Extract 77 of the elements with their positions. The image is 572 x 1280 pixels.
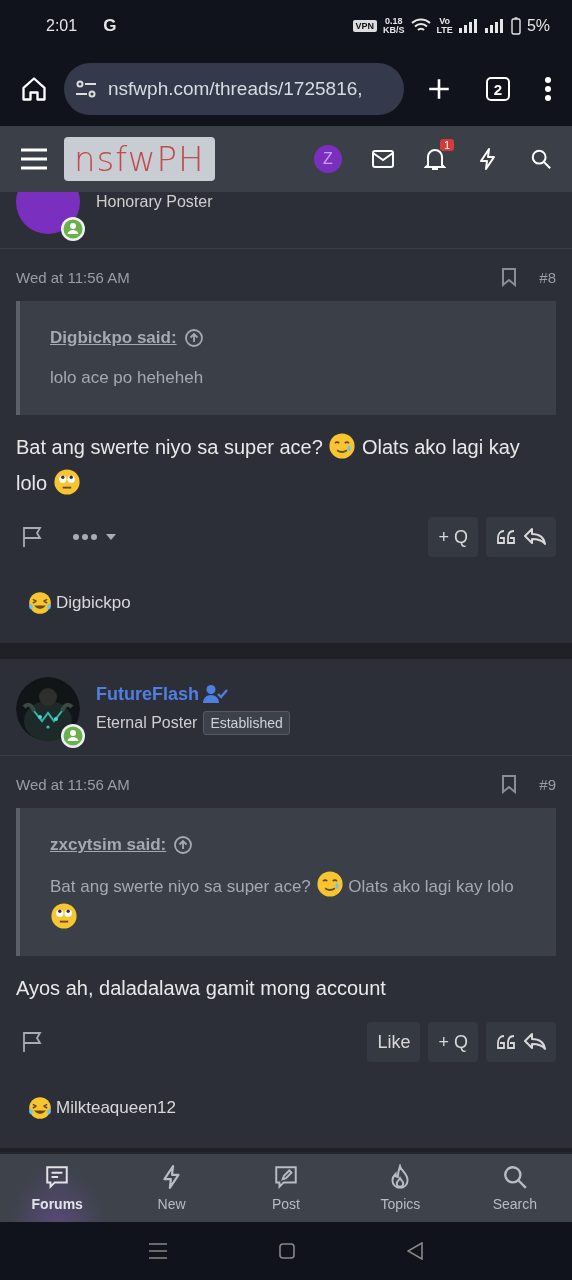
like-button[interactable]: Like — [367, 1022, 421, 1062]
post-number[interactable]: #8 — [539, 268, 556, 286]
nav-tab[interactable]: New — [114, 1154, 229, 1222]
battery-icon — [510, 17, 521, 35]
laughing-face-icon — [28, 591, 52, 615]
bookmark-icon[interactable] — [501, 774, 518, 794]
quote-text: lolo ace po heheheh — [50, 367, 205, 389]
quote-icon — [496, 1034, 516, 1050]
url-text: nsfwph.com/threads/1725816, — [108, 78, 363, 100]
tab-count-button[interactable]: 2 — [486, 77, 510, 101]
post-number[interactable]: #9 — [539, 775, 556, 793]
address-bar[interactable]: nsfwph.com/threads/1725816, — [64, 63, 404, 115]
eye-roll-face-icon — [52, 468, 81, 496]
post-date[interactable]: Wed at 11:56 AM — [16, 775, 130, 793]
speed-unit: KB/S — [383, 26, 405, 35]
nav-tab[interactable]: Topics — [343, 1154, 458, 1222]
arrow-up-icon[interactable] — [184, 329, 203, 347]
username-link[interactable]: FutureFlash — [96, 683, 199, 705]
post-text: Bat ang swerte niyo sa super ace? Olats ako lagi kay lolo — [0, 429, 572, 501]
search-icon[interactable] — [530, 148, 552, 170]
smiling-face-icon — [328, 432, 357, 460]
volte-label: Vo — [439, 17, 451, 26]
reaction-user: Milkteaqueen12 — [56, 1098, 177, 1118]
clock: 2:01 — [46, 17, 78, 35]
user-title: Eternal Poster — [96, 713, 198, 732]
quote-author-link[interactable]: zxcytsim said: — [50, 830, 167, 860]
chat-icon — [44, 1164, 71, 1190]
signal-icon — [458, 19, 479, 33]
site-logo[interactable]: nsfwPH — [64, 137, 215, 181]
pencil-bubble-icon — [273, 1164, 299, 1190]
mail-icon[interactable] — [372, 150, 394, 168]
user-avatar[interactable]: Z — [314, 145, 342, 173]
menu-icon[interactable] — [544, 76, 552, 102]
home-button[interactable] — [279, 1243, 295, 1259]
battery-level: 5% — [526, 17, 550, 35]
bookmark-icon[interactable] — [501, 267, 518, 287]
smiling-face-icon — [315, 870, 344, 898]
volte-label: LTE — [436, 26, 453, 35]
flag-icon[interactable] — [22, 1031, 42, 1053]
quote-author-link[interactable]: Digbickpo said: — [50, 323, 177, 353]
reactions-bar[interactable]: Digbickpo — [0, 569, 572, 643]
notification-badge: 1 — [439, 139, 454, 151]
multi-quote-button[interactable]: + Q — [428, 517, 478, 557]
search-icon — [501, 1164, 528, 1190]
notifications-button[interactable] — [424, 147, 446, 171]
eye-roll-face-icon — [50, 902, 78, 930]
quote-icon — [496, 529, 516, 545]
arrow-up-icon[interactable] — [174, 836, 193, 854]
nav-tab[interactable]: Search — [457, 1154, 572, 1222]
menu-icon[interactable] — [20, 147, 48, 171]
signal-icon — [484, 19, 505, 33]
network-speed: 0.18 — [385, 17, 403, 26]
home-icon[interactable] — [20, 75, 48, 103]
new-tab-icon[interactable] — [426, 76, 452, 102]
recent-apps-button[interactable] — [149, 1243, 167, 1259]
google-notification-icon: G — [103, 16, 117, 36]
nav-tab[interactable]: Post — [228, 1154, 344, 1222]
user-banner: Established — [203, 710, 290, 735]
more-options-button[interactable] — [72, 533, 116, 541]
user-title: Honorary Poster — [96, 193, 213, 211]
post-text: Ayos ah, daladalawa gamit mong account — [15, 976, 387, 1001]
online-status-icon — [60, 216, 86, 242]
reply-button[interactable] — [486, 517, 556, 557]
post-date[interactable]: Wed at 11:56 AM — [16, 268, 130, 286]
reactions-bar[interactable]: Milkteaqueen12 — [0, 1074, 572, 1148]
multi-quote-button[interactable]: + Q — [428, 1022, 478, 1062]
reaction-user: Digbickpo — [56, 593, 131, 613]
laughing-face-icon — [28, 1096, 52, 1120]
reply-icon — [524, 528, 546, 546]
back-button[interactable] — [407, 1242, 423, 1260]
reply-icon — [524, 1033, 546, 1051]
caret-icon — [106, 534, 116, 540]
reply-button[interactable] — [486, 1022, 556, 1062]
online-status-icon — [60, 723, 86, 749]
vpn-indicator: VPN — [352, 20, 377, 32]
flag-icon[interactable] — [22, 526, 42, 548]
quote-text: Bat ang swerte niyo sa super ace? Olats ako lagi kay lolo — [50, 870, 526, 934]
